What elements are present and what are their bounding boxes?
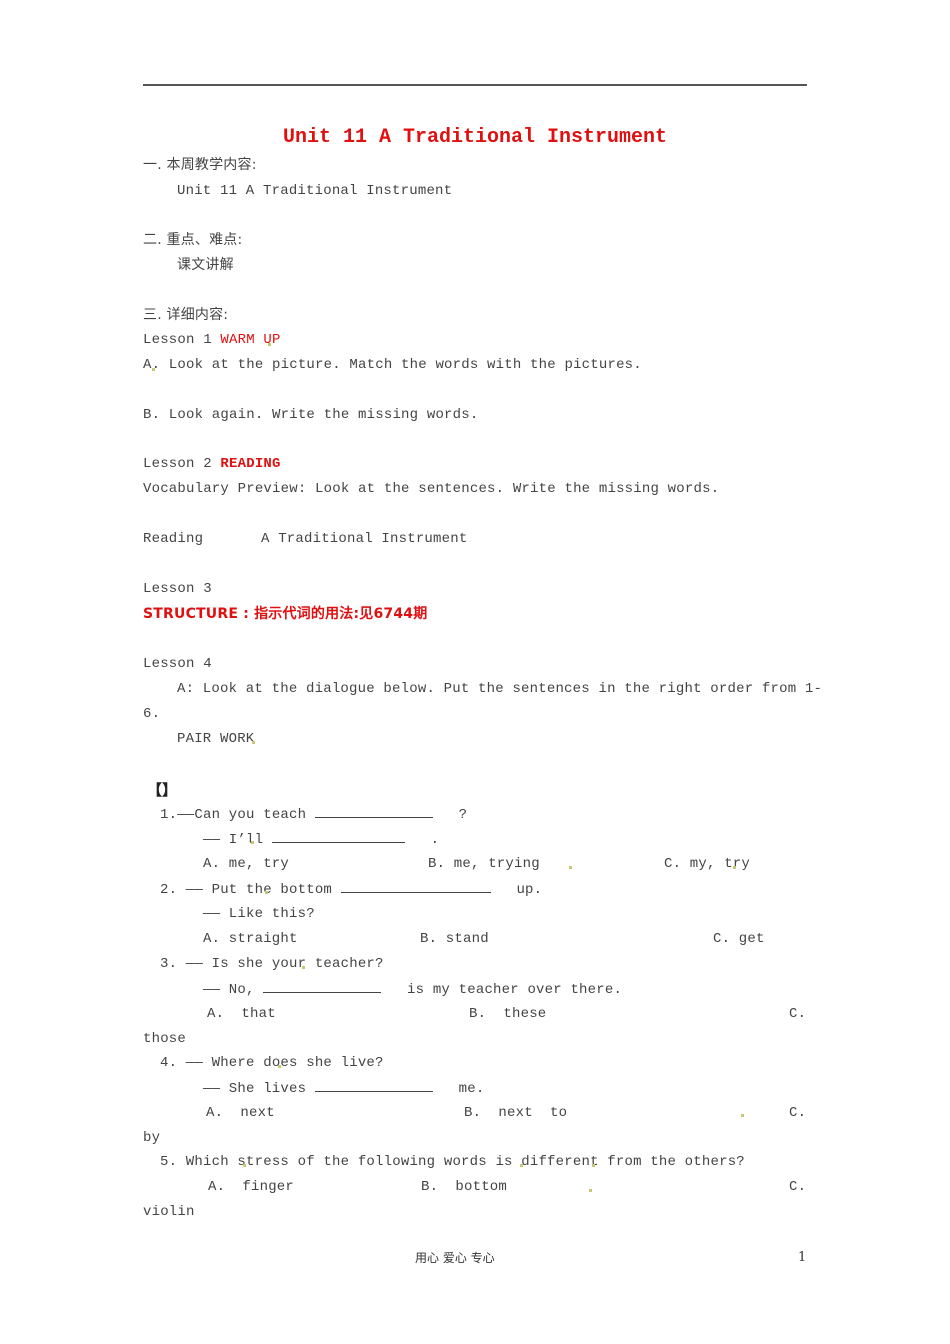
option-b: B. stand <box>420 931 489 947</box>
answer-bracket: 【】 <box>147 781 178 799</box>
option-b: B. me, trying <box>428 856 540 872</box>
header-rule <box>143 84 807 86</box>
lesson-2-heading: Lesson 2 READING <box>143 455 281 473</box>
vocabulary-preview: Vocabulary Preview: Look at the sentence… <box>143 481 720 497</box>
marker-dot <box>589 1189 592 1192</box>
question-4-response: —— She lives me. <box>203 1079 484 1098</box>
option-c: C. <box>789 1006 807 1022</box>
question-1-text: 1.——Can you teach <box>160 807 307 823</box>
question-2-end: up. <box>516 882 543 898</box>
marker-dot <box>152 368 155 371</box>
marker-dot <box>251 841 254 844</box>
lesson-3-heading: Lesson 3 <box>143 581 212 597</box>
option-c-text: those <box>143 1031 187 1047</box>
option-c: C. get <box>713 931 765 947</box>
question-2-response: —— Like this? <box>203 906 315 922</box>
answer-blank[interactable] <box>314 1079 433 1092</box>
lesson-3-structure: STRUCTURE : 指示代词的用法:见6744期 <box>143 606 428 622</box>
marker-dot <box>569 866 572 869</box>
option-c-text: by <box>143 1130 161 1146</box>
option-b: B. these <box>469 1006 547 1022</box>
marker-dot <box>592 1164 595 1167</box>
option-a: A. me, try <box>203 856 290 872</box>
option-b: B. bottom <box>421 1179 508 1195</box>
lesson-4-instruction: A: Look at the dialogue below. Put the s… <box>177 681 823 697</box>
marker-dot <box>243 1164 246 1167</box>
lesson-1-heading: Lesson 1 WARM UP <box>143 331 281 349</box>
lesson-1-label: Lesson 1 <box>143 332 221 348</box>
question-1-end: ? <box>458 807 468 823</box>
option-c: C. <box>789 1105 807 1121</box>
response-text: —— No, <box>203 982 255 998</box>
question-1-prompt: 1.——Can you teach ? <box>160 805 467 824</box>
section-1-heading: 一. 本周教学内容: <box>143 157 257 173</box>
marker-dot <box>733 866 736 869</box>
footer-motto: 用心 爱心 专心 <box>415 1251 495 1265</box>
question-3-response: —— No, is my teacher over there. <box>203 980 622 999</box>
marker-dot <box>252 741 255 744</box>
response-end: . <box>430 832 440 848</box>
question-1-response: —— I’ll . <box>203 830 439 849</box>
reading-title: A Traditional Instrument <box>261 531 468 547</box>
page-number: 1 <box>798 1250 807 1265</box>
answer-blank[interactable] <box>314 805 433 818</box>
option-c-text: violin <box>143 1204 195 1220</box>
reading-label: Reading <box>143 531 204 547</box>
option-a: A. straight <box>203 931 298 947</box>
marker-dot <box>520 1164 523 1167</box>
response-end: me. <box>458 1081 485 1097</box>
section-2-body: 课文讲解 <box>177 257 234 273</box>
question-3-prompt: 3. —— Is she your teacher? <box>160 956 384 972</box>
pair-work: PAIR WORK <box>177 731 255 747</box>
answer-blank[interactable] <box>340 880 491 893</box>
lesson-2-label: Lesson 2 <box>143 456 221 472</box>
option-c: C. <box>789 1179 807 1195</box>
document-title: Unit 11 A Traditional Instrument <box>282 126 668 149</box>
question-2-text: 2. —— Put the bottom <box>160 882 333 898</box>
answer-blank[interactable] <box>263 980 382 993</box>
lesson-4-instruction-wrap: 6. <box>143 706 161 722</box>
lesson-4-heading: Lesson 4 <box>143 656 212 672</box>
lesson-1-item-b: B. Look again. Write the missing words. <box>143 407 479 423</box>
lesson-1-tag: WARM UP <box>220 332 281 348</box>
section-3-heading: 三. 详细内容: <box>143 307 229 323</box>
option-a: A. that <box>207 1006 276 1022</box>
marker-dot <box>268 343 271 346</box>
section-1-body: Unit 11 A Traditional Instrument <box>177 183 453 199</box>
lesson-2-tag: READING <box>220 456 281 472</box>
lesson-1-item-a: A. Look at the picture. Match the words … <box>143 357 642 373</box>
marker-dot <box>741 1114 744 1117</box>
question-4-prompt: 4. —— Where does she live? <box>160 1055 384 1071</box>
marker-dot <box>278 1065 281 1068</box>
response-end: is my teacher over there. <box>407 982 623 998</box>
marker-dot <box>265 891 268 894</box>
option-c: C. my, try <box>664 856 751 872</box>
question-2-prompt: 2. —— Put the bottom up. <box>160 880 542 899</box>
answer-blank[interactable] <box>271 830 405 843</box>
marker-dot <box>302 966 305 969</box>
section-2-heading: 二. 重点、难点: <box>143 232 243 248</box>
question-5-prompt: 5. Which stress of the following words i… <box>160 1154 745 1170</box>
response-text: —— She lives <box>203 1081 307 1097</box>
response-text: —— I’ll <box>203 832 264 848</box>
option-a: A. next <box>206 1105 275 1121</box>
option-b: B. next to <box>464 1105 568 1121</box>
option-a: A. finger <box>208 1179 295 1195</box>
